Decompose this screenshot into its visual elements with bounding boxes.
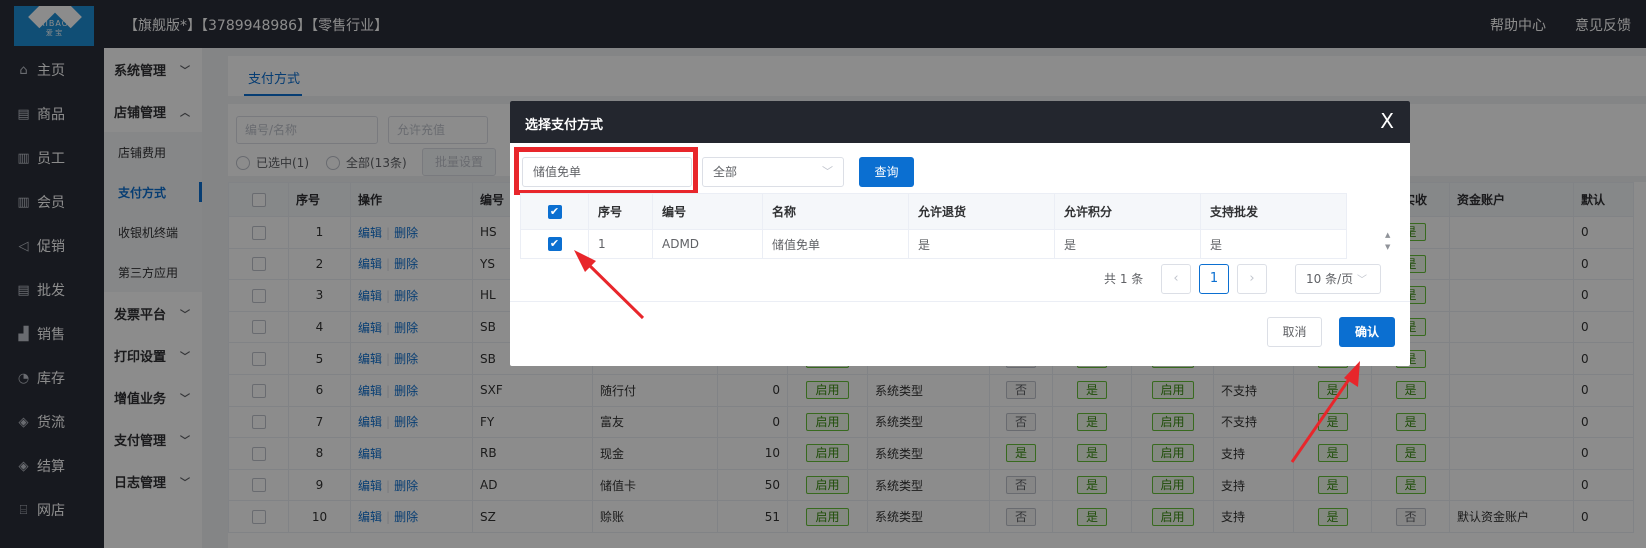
scroll-down-icon[interactable]: ▼ bbox=[1385, 243, 1390, 251]
checkmark-icon: ✔ bbox=[547, 204, 562, 219]
scroll-up-icon[interactable]: ▲ bbox=[1385, 231, 1390, 239]
modal-footer-divider bbox=[510, 301, 1410, 302]
select-all-checkbox[interactable]: ✔ bbox=[520, 193, 589, 230]
cell-name: 储值免单 bbox=[762, 229, 909, 259]
select-payment-modal: 选择支付方式 X 储值免单 全部 ﹀ 查询 ✔ 序号 编号 名称 允许退货 允许积… bbox=[510, 101, 1410, 366]
page-number-button[interactable]: 1 bbox=[1199, 264, 1229, 294]
col-points: 允许积分 bbox=[1054, 193, 1201, 230]
modal-header: 选择支付方式 X bbox=[510, 101, 1410, 143]
cell-code: ADMD bbox=[652, 229, 763, 259]
filter-select[interactable]: 全部 ﹀ bbox=[702, 157, 844, 187]
total-count: 共 1 条 bbox=[1104, 272, 1144, 286]
highlight-box bbox=[514, 147, 698, 195]
chevron-right-icon: › bbox=[1249, 271, 1255, 286]
cell-points: 是 bbox=[1054, 229, 1201, 259]
chevron-down-icon: ﹀ bbox=[1356, 275, 1367, 286]
col-code: 编号 bbox=[652, 193, 763, 230]
modal-table: ✔ 序号 编号 名称 允许退货 允许积分 支持批发 ✔ 1 ADMD 储值免单 … bbox=[520, 193, 1347, 259]
checkmark-icon: ✔ bbox=[547, 237, 562, 252]
table-scrollbar[interactable]: ▲ ▼ bbox=[1385, 193, 1395, 258]
row-checkbox[interactable]: ✔ bbox=[520, 229, 589, 259]
page-size-select[interactable]: 10 条/页 ﹀ bbox=[1295, 264, 1381, 294]
close-icon[interactable]: X bbox=[1380, 109, 1394, 133]
prev-page-button[interactable]: ‹ bbox=[1161, 264, 1191, 294]
col-name: 名称 bbox=[762, 193, 909, 230]
cell-refund: 是 bbox=[908, 229, 1055, 259]
table-row[interactable]: ✔ 1 ADMD 储值免单 是 是 是 bbox=[520, 229, 1347, 259]
modal-body: 储值免单 全部 ﹀ 查询 ✔ 序号 编号 名称 允许退货 允许积分 支持批发 ✔ … bbox=[510, 143, 1410, 366]
confirm-button[interactable]: 确认 bbox=[1339, 317, 1395, 347]
chevron-down-icon: ﹀ bbox=[822, 165, 833, 178]
next-page-button[interactable]: › bbox=[1237, 264, 1267, 294]
col-seq: 序号 bbox=[588, 193, 653, 230]
cell-seq: 1 bbox=[588, 229, 653, 259]
col-refund: 允许退货 bbox=[908, 193, 1055, 230]
col-wholesale: 支持批发 bbox=[1200, 193, 1347, 230]
query-button[interactable]: 查询 bbox=[859, 157, 914, 187]
modal-title: 选择支付方式 bbox=[525, 118, 604, 133]
cancel-button[interactable]: 取消 bbox=[1267, 317, 1322, 347]
cell-wholesale: 是 bbox=[1200, 229, 1347, 259]
chevron-left-icon: ‹ bbox=[1173, 271, 1179, 286]
